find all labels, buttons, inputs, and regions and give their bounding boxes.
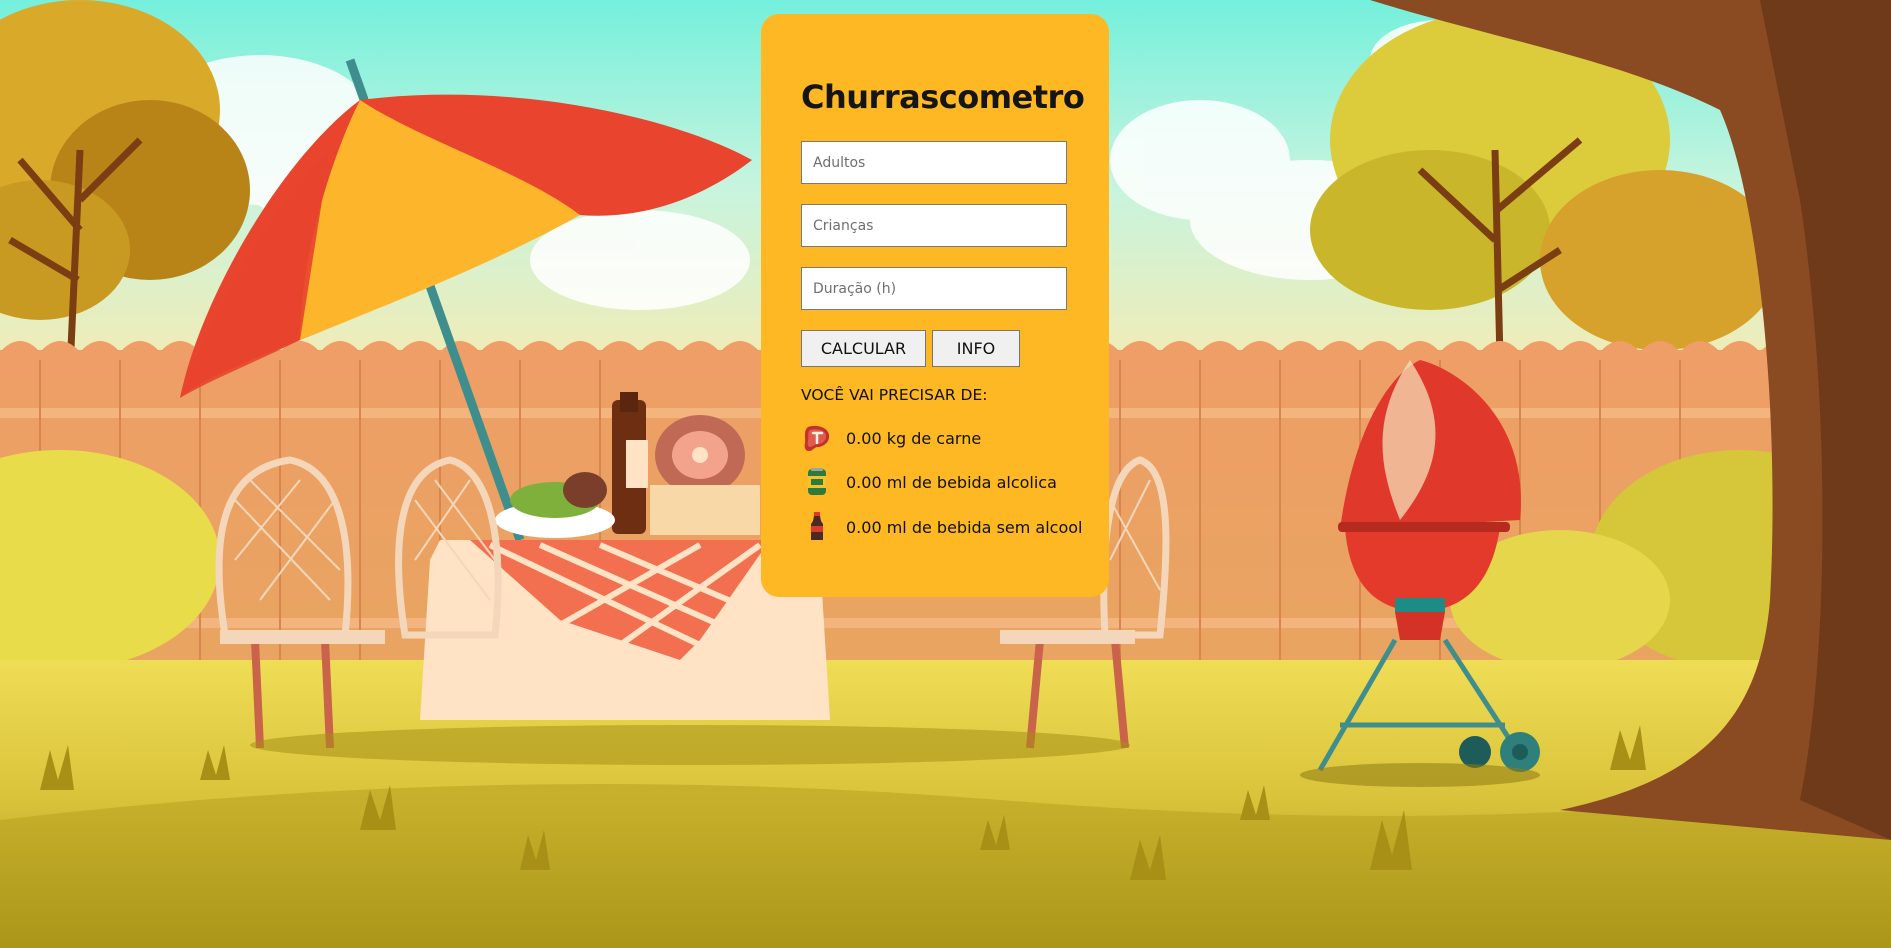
- adults-input[interactable]: [801, 141, 1067, 184]
- beer-can-icon: [801, 466, 833, 498]
- calculator-panel: Churrascometro CALCULAR INFO VOCÊ VAI PR…: [761, 14, 1109, 597]
- result-non-alcoholic-drink: 0.00 ml de bebida sem alcool: [801, 511, 1082, 543]
- children-input[interactable]: [801, 204, 1067, 247]
- results-heading: VOCÊ VAI PRECISAR DE:: [801, 386, 988, 404]
- info-button[interactable]: INFO: [932, 330, 1020, 367]
- result-alcoholic-drink: 0.00 ml de bebida alcolica: [801, 466, 1057, 498]
- meat-icon: [801, 422, 833, 454]
- meat-amount: 0.00 kg de carne: [846, 428, 982, 448]
- page-title: Churrascometro: [801, 78, 1085, 116]
- duration-input[interactable]: [801, 267, 1067, 310]
- non-alcoholic-drink-amount: 0.00 ml de bebida sem alcool: [846, 517, 1083, 537]
- soda-bottle-icon: [801, 511, 833, 543]
- calculate-button[interactable]: CALCULAR: [801, 330, 926, 367]
- result-meat: 0.00 kg de carne: [801, 422, 981, 454]
- alcoholic-drink-amount: 0.00 ml de bebida alcolica: [846, 472, 1057, 492]
